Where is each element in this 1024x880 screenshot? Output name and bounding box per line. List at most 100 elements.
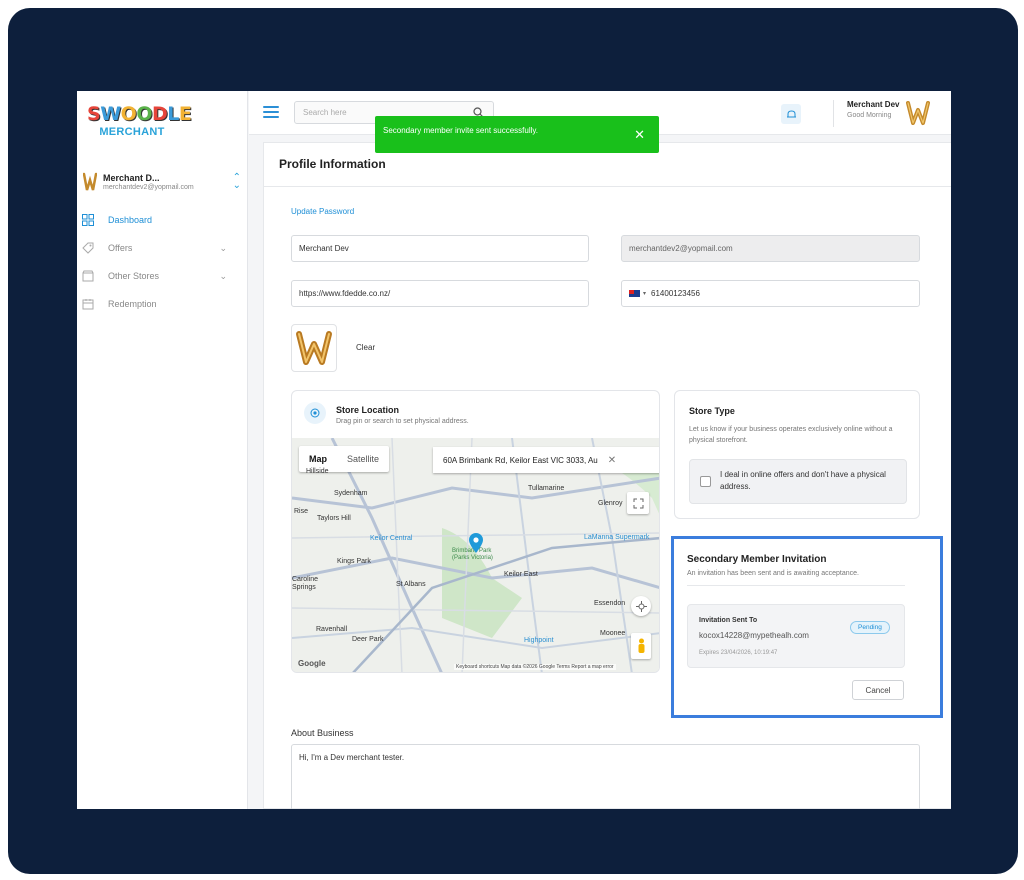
user-name: Merchant Dev: [847, 100, 900, 109]
map-label: Keilor Central: [370, 535, 413, 542]
sidebar-item-label: Offers: [108, 243, 133, 253]
sidebar-item-dashboard[interactable]: Dashboard: [81, 206, 241, 234]
store-location-title: Store Location: [336, 405, 400, 415]
status-badge: Pending: [850, 621, 890, 634]
logo-letter: O: [136, 103, 152, 125]
notification-button[interactable]: [781, 104, 801, 124]
name-field[interactable]: Merchant Dev: [291, 235, 589, 262]
user-info: Merchant Dev Good Morning: [847, 100, 899, 119]
sidebar: SWOODLE MERCHANT Merchant D... merchantd…: [77, 91, 248, 809]
sidebar-item-other-stores[interactable]: Other Stores ⌄: [81, 262, 241, 290]
chevron-down-icon[interactable]: ⌄: [219, 271, 227, 282]
invitation-sent-to-label: Invitation Sent To: [699, 617, 758, 624]
online-only-checkbox[interactable]: [700, 476, 711, 487]
map-label: Essendon: [594, 600, 626, 607]
app-window: SWOODLE MERCHANT Merchant D... merchantd…: [77, 91, 951, 809]
clear-address-icon[interactable]: ✕: [608, 455, 616, 466]
invitation-title: Secondary Member Invitation: [687, 554, 827, 565]
invitation-email: kocox14228@mypethealh.com: [699, 631, 809, 640]
invitation-subtitle: An invitation has been sent and is await…: [687, 570, 860, 577]
store-type-card: Store Type Let us know if your business …: [674, 390, 920, 519]
email-field: merchantdev2@yopmail.com: [621, 235, 920, 262]
calendar-icon: [81, 297, 95, 311]
phone-field[interactable]: ▾ 61400123456: [621, 280, 920, 307]
page-title: Profile Information: [279, 157, 386, 171]
map-label: Moonee: [600, 630, 626, 637]
address-text: 60A Brimbank Rd, Keilor East VIC 3033, A…: [443, 455, 598, 465]
map-label: Highpoint: [524, 637, 554, 644]
map-label: Sydenham: [334, 490, 368, 497]
logo-letter: W: [100, 103, 121, 125]
map-label: Rise: [294, 508, 309, 515]
online-only-option[interactable]: I deal in online offers and don't have a…: [689, 459, 907, 504]
merchant-logo-icon: [296, 331, 332, 365]
recenter-icon[interactable]: [631, 596, 651, 616]
clear-logo-button[interactable]: Clear: [356, 343, 375, 352]
map-attribution[interactable]: Keyboard shortcuts Map data ©2026 Google…: [454, 664, 616, 670]
street-view-icon[interactable]: [631, 633, 651, 659]
switch-account-icon[interactable]: ⌃ ⌄: [233, 173, 241, 191]
sidebar-item-label: Other Stores: [108, 271, 160, 281]
google-logo: Google: [298, 659, 326, 668]
satellite-tab[interactable]: Satellite: [337, 446, 389, 472]
logo-letter: O: [120, 103, 137, 125]
title-divider: [264, 186, 951, 187]
bell-icon: [786, 109, 796, 117]
brand-logo[interactable]: SWOODLE MERCHANT: [87, 103, 192, 138]
store-icon: [81, 269, 95, 283]
cancel-invitation-button[interactable]: Cancel: [852, 680, 904, 700]
account-email: merchantdev2@yopmail.com: [103, 184, 194, 191]
invitation-details: Invitation Sent To kocox14228@mypethealh…: [687, 604, 905, 668]
australia-flag-icon[interactable]: [629, 290, 640, 297]
map-label: St Albans: [396, 581, 426, 588]
toast-message: Secondary member invite sent successfull…: [383, 126, 539, 135]
map-label: Taylors Hill: [317, 515, 351, 522]
store-type-title: Store Type: [689, 406, 735, 416]
account-name: Merchant D...: [103, 173, 160, 183]
map-marker-icon[interactable]: [468, 532, 484, 554]
map-label: Tullamarine: [528, 485, 565, 492]
online-only-label: I deal in online offers and don't have a…: [720, 470, 886, 491]
secondary-member-invitation-card: Secondary Member Invitation An invitatio…: [673, 537, 919, 715]
map-label: Hillside: [306, 468, 329, 475]
logo-letter: S: [87, 103, 101, 125]
store-location-card: Store Location Drag pin or search to set…: [291, 390, 660, 673]
map-label: Kings Park: [337, 558, 371, 565]
logo-letter: E: [178, 103, 192, 125]
map-label: Glenroy: [598, 500, 623, 507]
sidebar-nav: Dashboard Offers ⌄ Other Stores ⌄ Redemp…: [81, 206, 241, 318]
sidebar-item-label: Dashboard: [108, 215, 153, 225]
map-label: Deer Park: [352, 636, 384, 643]
map-label: Caroline Springs: [292, 576, 319, 591]
logo-subtitle: MERCHANT: [99, 126, 165, 138]
map-label: Keilor East: [504, 571, 538, 578]
account-switcher[interactable]: Merchant D... merchantdev2@yopmail.com ⌃…: [83, 167, 241, 197]
update-password-link[interactable]: Update Password: [291, 207, 354, 216]
logo-letter: D: [151, 103, 168, 125]
menu-toggle-icon[interactable]: [263, 106, 279, 118]
sidebar-item-offers[interactable]: Offers ⌄: [81, 234, 241, 262]
sidebar-item-redemption[interactable]: Redemption: [81, 290, 241, 318]
invitation-divider: [687, 585, 905, 586]
about-business-textarea[interactable]: Hi, I'm a Dev merchant tester.: [291, 744, 920, 809]
location-pin-icon: [304, 402, 326, 424]
chevron-down-icon[interactable]: ⌄: [219, 243, 227, 254]
website-field[interactable]: https://www.fdedde.co.nz/: [291, 280, 589, 307]
merchant-logo-icon: [83, 172, 97, 191]
greeting-text: Good Morning: [847, 112, 892, 119]
address-search-field[interactable]: 60A Brimbank Rd, Keilor East VIC 3033, A…: [433, 447, 659, 473]
map-label: Ravenhall: [316, 626, 348, 633]
chevron-down-icon[interactable]: ▾: [643, 290, 646, 297]
business-logo-image[interactable]: [291, 324, 337, 372]
store-type-description: Let us know if your business operates ex…: [689, 426, 893, 444]
fullscreen-icon[interactable]: [627, 492, 649, 514]
logo-wordmark: SWOODLE: [87, 103, 192, 125]
close-icon[interactable]: ✕: [634, 127, 645, 143]
store-location-subtitle: Drag pin or search to set physical addre…: [336, 418, 469, 425]
avatar[interactable]: [905, 99, 931, 127]
map-view[interactable]: Map Satellite 60A Brimbank Rd, Keilor Ea…: [292, 438, 659, 672]
about-business-label: About Business: [291, 728, 354, 738]
profile-panel: Profile Information Update Password Merc…: [263, 142, 951, 809]
map-label: LaManna Supermark: [584, 534, 650, 541]
sidebar-item-label: Redemption: [108, 299, 157, 309]
